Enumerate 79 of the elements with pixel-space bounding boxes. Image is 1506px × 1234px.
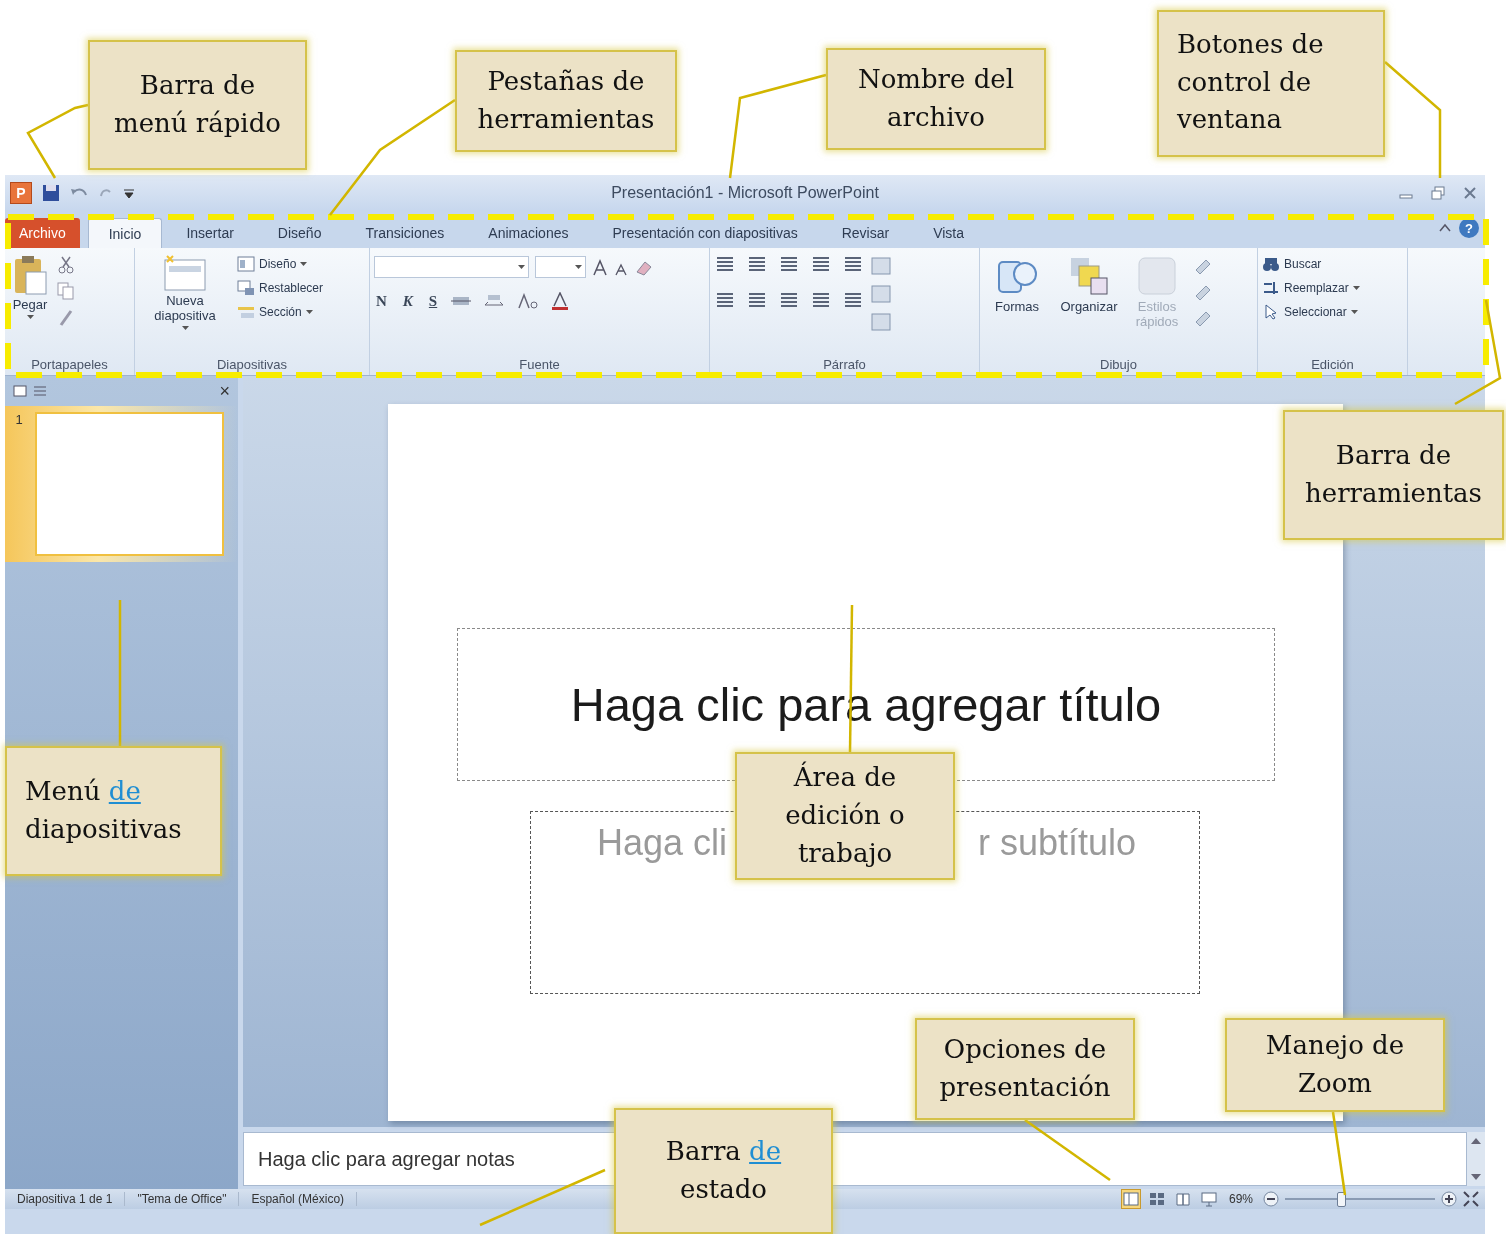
binoculars-icon[interactable] — [1262, 256, 1280, 272]
ribbon-command[interactable]: Seleccionar — [1262, 304, 1360, 320]
ribbon-command[interactable]: Restablecer — [237, 280, 324, 296]
group-label: Edición — [1310, 356, 1355, 374]
save-icon[interactable] — [42, 183, 60, 202]
group-label: Párrafo — [822, 356, 867, 374]
caret-icon[interactable] — [300, 262, 308, 266]
layout-icon[interactable] — [237, 256, 255, 272]
ribbon-tab[interactable]: Insertar — [166, 218, 254, 248]
ribbon-tab[interactable]: Revisar — [821, 218, 910, 248]
caret-icon[interactable] — [181, 325, 189, 330]
customize-caret-icon[interactable] — [124, 187, 134, 198]
callout-text: Manejo de Zoom — [1264, 1029, 1406, 1100]
zoom-out-icon[interactable] — [1263, 1191, 1279, 1207]
grow-font-icon[interactable] — [592, 258, 608, 276]
ribbon-button[interactable]: Formas — [984, 252, 1050, 317]
scroll-down-icon[interactable] — [1471, 1174, 1481, 1180]
status-text: Español (México) — [239, 1192, 358, 1206]
fit-window-icon[interactable] — [1463, 1191, 1479, 1207]
caret-icon[interactable] — [575, 265, 582, 269]
status-text: "Tema de Office" — [125, 1192, 240, 1206]
ribbon-tab[interactable]: Diseño — [257, 218, 342, 248]
strikethrough-icon[interactable] — [451, 294, 472, 308]
group-label: Dibujo — [1099, 356, 1138, 374]
new-slide-button[interactable]: Nueva diapositiva — [139, 252, 231, 332]
underline-button[interactable]: S — [426, 292, 440, 310]
caret-icon[interactable] — [26, 314, 34, 319]
help-button[interactable]: ? — [1459, 218, 1479, 238]
italic-button[interactable]: K — [400, 292, 415, 310]
scroll-up-icon[interactable] — [1471, 1138, 1481, 1145]
collapse-ribbon-icon[interactable] — [1439, 223, 1451, 233]
ribbon-tab[interactable]: Presentación con diapositivas — [592, 218, 818, 248]
caret-icon[interactable] — [305, 310, 313, 314]
reset-icon[interactable] — [237, 280, 255, 296]
font-name-field[interactable] — [374, 256, 529, 278]
subtitle-text: r subtítulo — [977, 822, 1136, 864]
copy-icon[interactable] — [57, 282, 75, 300]
close-button[interactable]: × — [219, 380, 230, 402]
replace-icon[interactable] — [1262, 280, 1280, 296]
restore-icon[interactable] — [1431, 185, 1445, 200]
zoom-in-icon[interactable] — [1441, 1191, 1457, 1207]
font-color-icon[interactable] — [551, 292, 570, 310]
close-icon[interactable] — [1463, 185, 1477, 200]
callout-text: Nombre del archivo — [856, 63, 1016, 134]
window-title: Presentación1 - Microsoft PowerPoint — [611, 183, 879, 202]
case-icon[interactable] — [517, 293, 540, 309]
font-size-field[interactable] — [535, 256, 586, 278]
callout-text: Botones de control de ventana — [1177, 28, 1325, 137]
ribbon-command[interactable]: Buscar — [1262, 256, 1360, 272]
zoom-level[interactable]: 69% — [1228, 1192, 1253, 1206]
clipboard-icon[interactable] — [12, 254, 48, 296]
callout-text: Pestañas de herramientas — [476, 65, 656, 136]
scissors-icon[interactable] — [57, 256, 75, 274]
group-label: Portapapeles — [30, 356, 109, 374]
callout-text: Menú de diapositivas — [25, 775, 183, 846]
paste-button[interactable]: Pegar — [9, 252, 51, 321]
brush-icon[interactable] — [57, 308, 75, 326]
caret-icon[interactable] — [1350, 310, 1358, 314]
bold-button[interactable]: N — [374, 292, 389, 310]
group-label: Fuente — [518, 356, 561, 374]
group-label: Diapositivas — [215, 356, 289, 374]
callout-text: Barra de menú rápido — [113, 69, 282, 140]
callout-text: Opciones de presentación — [938, 1033, 1112, 1104]
caret-icon[interactable] — [518, 265, 525, 269]
ribbon-command[interactable]: Reemplazar — [1262, 280, 1360, 296]
subtitle-text: Haga cli — [597, 822, 728, 864]
ribbon-command[interactable]: Diseño — [237, 256, 324, 272]
ribbon-command[interactable]: Sección — [237, 304, 324, 320]
slide-number: 1 — [14, 412, 24, 427]
ribbon-button[interactable]: Organizar — [1056, 252, 1122, 317]
ribbon-tab[interactable]: Animaciones — [468, 218, 589, 248]
slides-tab-icon[interactable] — [13, 385, 27, 397]
ribbon-tab[interactable]: Transiciones — [345, 218, 465, 248]
slide-thumbnail[interactable] — [35, 412, 224, 556]
caret-icon[interactable] — [1352, 286, 1360, 290]
ribbon-tab[interactable]: Vista — [913, 218, 985, 248]
callout-text: Barra de herramientas — [1304, 439, 1483, 510]
status-text: Diapositiva 1 de 1 — [5, 1192, 126, 1206]
ribbon-tab[interactable]: Inicio — [87, 218, 163, 248]
